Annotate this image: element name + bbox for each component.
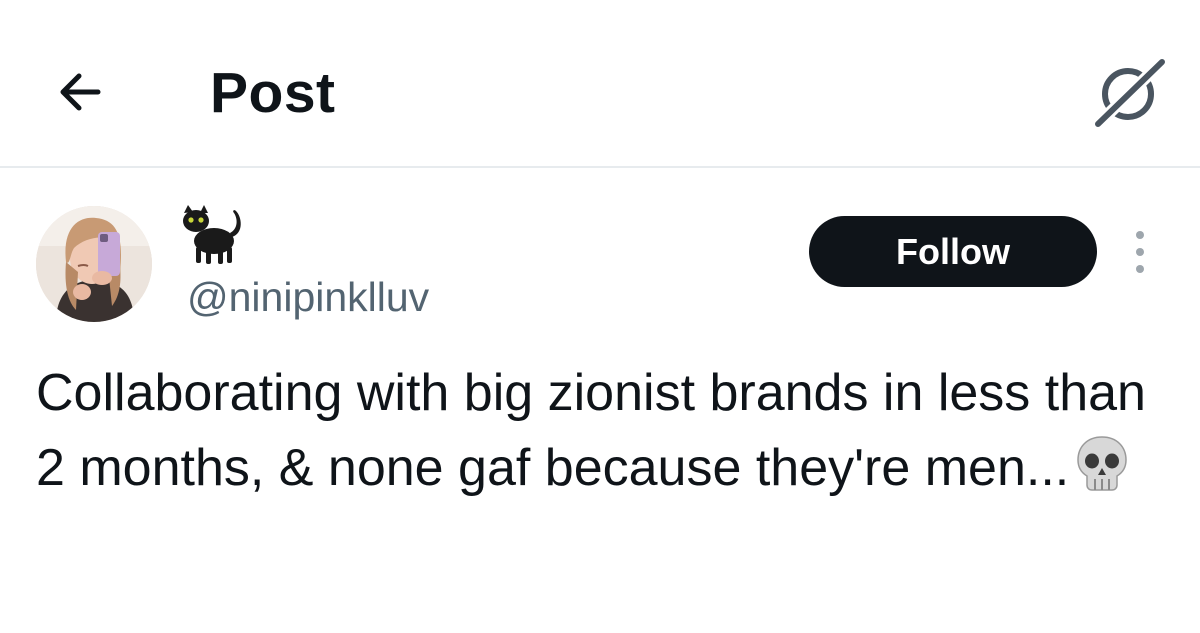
back-button[interactable] [52, 62, 112, 122]
profile-photo [36, 206, 152, 322]
display-name[interactable] [180, 203, 250, 267]
grok-button[interactable] [1092, 54, 1168, 130]
post-text: Collaborating with big zionist brands in… [36, 364, 1146, 497]
skull-emoji-icon [1075, 435, 1129, 493]
arrow-left-icon [60, 73, 101, 111]
more-options-button[interactable] [1125, 228, 1155, 276]
page-title: Post [210, 61, 336, 125]
grok-icon [1093, 57, 1167, 129]
post-body: Collaborating with big zionist brands in… [36, 356, 1176, 506]
black-cat-emoji [183, 205, 241, 264]
top-bar: Post [0, 0, 1200, 168]
author-avatar[interactable] [36, 206, 152, 322]
more-vertical-icon [1136, 231, 1144, 273]
follow-button[interactable]: Follow [809, 216, 1097, 287]
author-handle[interactable]: @ninipinklluv [187, 272, 429, 322]
